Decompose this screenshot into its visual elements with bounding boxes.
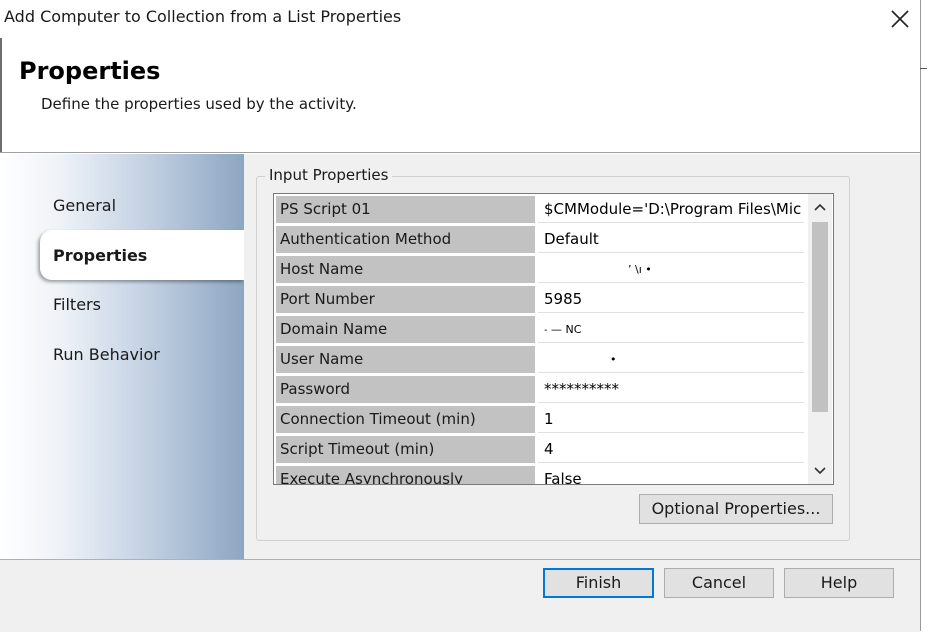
grid-key: Connection Timeout (min): [276, 406, 535, 433]
grid-row-user-name[interactable]: User Name •: [274, 344, 807, 374]
grid-value[interactable]: 1: [538, 406, 804, 433]
close-icon: [891, 10, 909, 28]
grid-row-authentication[interactable]: Authentication Method Default: [274, 224, 807, 254]
cancel-button[interactable]: Cancel: [664, 568, 774, 598]
grid-key: PS Script 01: [276, 196, 535, 223]
grid-value[interactable]: $CMModule='D:\Program Files\Mic: [538, 196, 804, 223]
scroll-up-button[interactable]: [808, 195, 832, 219]
grid-key: Domain Name: [276, 316, 535, 343]
grid-key: Port Number: [276, 286, 535, 313]
grid-value[interactable]: False: [538, 466, 804, 484]
grid-value[interactable]: **********: [538, 376, 804, 403]
grid-value[interactable]: ˗ — NC: [538, 316, 804, 343]
grid-key: Password: [276, 376, 535, 403]
grid-value[interactable]: 4: [538, 436, 804, 463]
sidebar-item-run-behavior[interactable]: Run Behavior: [53, 345, 160, 364]
grid-value[interactable]: 5985: [538, 286, 804, 313]
grid-value[interactable]: ʼ \ı •: [538, 256, 804, 283]
chevron-up-icon: [814, 203, 826, 211]
grid-row-password[interactable]: Password **********: [274, 374, 807, 404]
scroll-thumb[interactable]: [812, 222, 828, 412]
grid-row-connection-timeout[interactable]: Connection Timeout (min) 1: [274, 404, 807, 434]
finish-button[interactable]: Finish: [543, 568, 654, 598]
close-button[interactable]: [882, 4, 918, 34]
divider: [0, 38, 2, 152]
vertical-scrollbar[interactable]: [808, 194, 832, 484]
sidebar-item-filters[interactable]: Filters: [53, 295, 101, 314]
page-subtitle: Define the properties used by the activi…: [41, 95, 357, 113]
optional-properties-button[interactable]: Optional Properties...: [639, 494, 833, 524]
grid-row-execute-async[interactable]: Execute Asynchronously False: [274, 464, 807, 484]
group-title: Input Properties: [265, 166, 393, 184]
grid-row-ps-script[interactable]: PS Script 01 $CMModule='D:\Program Files…: [274, 194, 807, 224]
help-button[interactable]: Help: [784, 568, 894, 598]
grid-row-script-timeout[interactable]: Script Timeout (min) 4: [274, 434, 807, 464]
grid-key: Script Timeout (min): [276, 436, 535, 463]
grid-value[interactable]: •: [538, 346, 804, 373]
grid-key: Host Name: [276, 256, 535, 283]
grid-key: Execute Asynchronously: [276, 466, 535, 484]
grid-row-domain-name[interactable]: Domain Name ˗ — NC: [274, 314, 807, 344]
sidebar-item-general[interactable]: General: [53, 196, 116, 215]
grid-value[interactable]: Default: [538, 226, 804, 253]
property-grid[interactable]: PS Script 01 $CMModule='D:\Program Files…: [273, 193, 834, 485]
sidebar-item-properties[interactable]: Properties: [53, 246, 147, 265]
chevron-down-icon: [814, 467, 826, 475]
footer: [0, 559, 920, 632]
grid-row-port-number[interactable]: Port Number 5985: [274, 284, 807, 314]
grid-row-host-name[interactable]: Host Name ʼ \ı •: [274, 254, 807, 284]
grid-key: User Name: [276, 346, 535, 373]
scroll-down-button[interactable]: [808, 459, 832, 483]
page-title: Properties: [19, 57, 161, 85]
window-edge: [920, 0, 928, 631]
grid-key: Authentication Method: [276, 226, 535, 253]
window-title: Add Computer to Collection from a List P…: [4, 7, 402, 26]
title-bar: Add Computer to Collection from a List P…: [0, 0, 928, 38]
header: Properties Define the properties used by…: [0, 38, 920, 153]
